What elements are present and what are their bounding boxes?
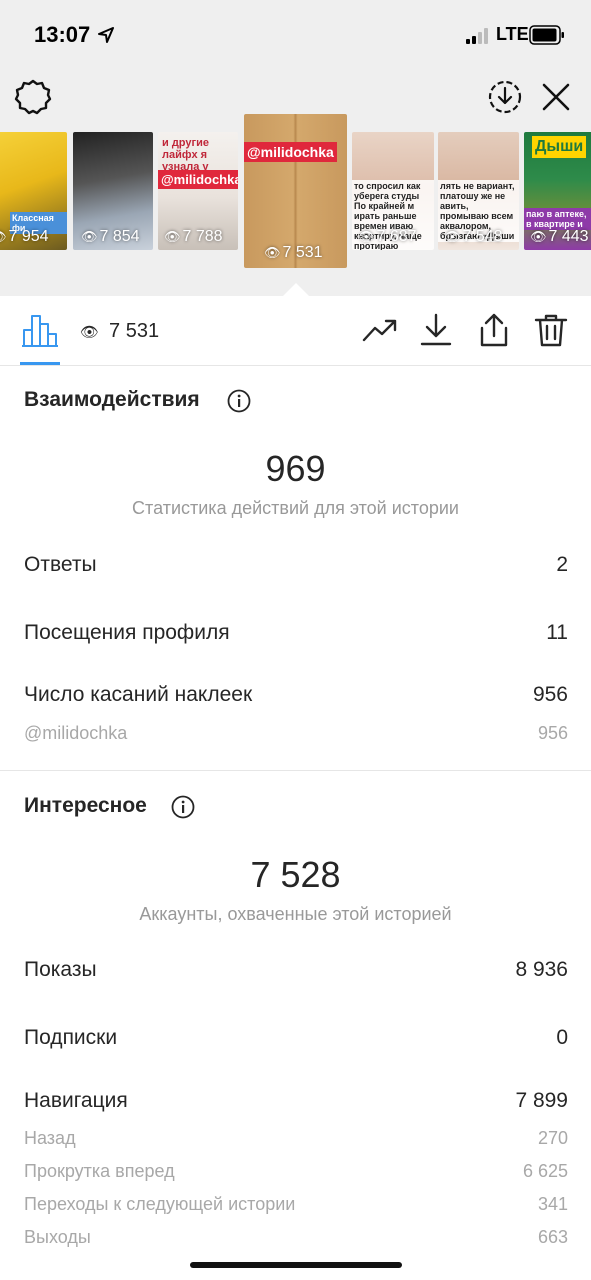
view-count-value: 7 531	[109, 320, 160, 342]
story-views-count: 7 954	[8, 228, 49, 245]
story-thumbnail[interactable]: Классная фи 👁7 954	[0, 132, 67, 250]
story-views: 👁 7 687	[358, 228, 417, 246]
section-divider	[0, 770, 591, 771]
stat-subvalue: 6 625	[522, 1161, 568, 1181]
interactions-caption: Статистика действий для этой истории	[132, 498, 459, 518]
stat-subrow: Прокрутка вперед 6 625	[24, 1161, 568, 1191]
mention-sticker: @milidochka	[244, 142, 337, 162]
close-icon[interactable]	[539, 80, 573, 114]
story-views: 👁 7 548	[444, 228, 503, 246]
share-icon[interactable]	[476, 312, 512, 348]
stat-subvalue: 663	[537, 1227, 568, 1247]
story-thumbnail[interactable]: и другие лайфх я узнала у @milidochka 👁 7…	[158, 132, 238, 250]
stat-sublabel: Прокрутка вперед	[24, 1161, 175, 1181]
story-views-count: 7 788	[182, 228, 223, 245]
bar-chart-icon[interactable]	[20, 310, 60, 350]
eye-icon: 👁	[164, 229, 181, 244]
story-views: 👁7 954	[0, 228, 49, 246]
eye-icon: 👁	[530, 229, 547, 244]
save-download-icon[interactable]	[486, 78, 524, 116]
download-icon[interactable]	[418, 312, 454, 348]
stat-value: 7 899	[515, 1089, 568, 1112]
active-tab-indicator	[20, 362, 60, 365]
story-view-count: 👁 7 531	[80, 320, 159, 343]
story-thumbnail[interactable]: лять не вариант, платошу же не авить, пр…	[438, 132, 519, 250]
stat-value: 956	[532, 683, 568, 706]
stat-sublabel: @milidochka	[24, 723, 128, 743]
story-thumbnails: Классная фи 👁7 954 👁7 854 и другие лайфх…	[0, 114, 591, 274]
signal-icon	[466, 28, 492, 44]
interactions-total: 969	[265, 448, 326, 489]
stat-row: Посещения профиля 11	[24, 621, 568, 651]
battery-icon	[529, 25, 564, 45]
product-label: Дыши	[532, 136, 587, 158]
stat-label: Показы	[24, 958, 97, 981]
status-time: 13:07	[34, 22, 91, 47]
stat-subvalue: 270	[537, 1128, 568, 1148]
reach-caption: Аккаунты, охваченные этой историей	[139, 904, 452, 924]
mention-sticker: @milidochka	[158, 170, 238, 189]
story-thumbnail[interactable]: Дыши паю в аптеке, в квартире и 👁 7 443	[524, 132, 591, 250]
stat-value: 0	[556, 1026, 568, 1049]
insights-toolbar: 👁 7 531	[0, 296, 591, 366]
stat-subvalue: 341	[537, 1194, 568, 1214]
story-thumbnail[interactable]: то спросил как уберега студы По крайней …	[352, 132, 434, 250]
story-views: 👁 7 531	[264, 244, 323, 262]
story-views: 👁 7 788	[164, 228, 223, 246]
eye-icon: 👁	[444, 229, 461, 244]
eye-icon: 👁	[81, 229, 98, 244]
stat-subvalue: 956	[537, 723, 568, 743]
home-indicator[interactable]	[190, 1262, 402, 1268]
stat-value: 8 936	[515, 958, 568, 981]
story-views: 👁 7 443	[530, 228, 589, 246]
stat-row: Показы 8 936	[24, 958, 568, 988]
stat-label: Подписки	[24, 1026, 118, 1049]
stat-sublabel: Назад	[24, 1128, 76, 1148]
selected-story-pointer	[282, 283, 310, 297]
interactions-title: Взаимодействия	[24, 388, 200, 411]
stat-value: 11	[546, 621, 568, 644]
stat-subrow: Переходы к следующей истории 341	[24, 1194, 568, 1224]
location-arrow-icon	[98, 27, 114, 43]
stat-row: Число касаний наклеек 956	[24, 683, 568, 713]
stat-row: Ответы 2	[24, 553, 568, 583]
stat-row: Подписки 0	[24, 1026, 568, 1056]
trash-icon[interactable]	[533, 312, 569, 348]
story-thumbnail[interactable]: 👁 7 854	[73, 132, 153, 250]
info-icon[interactable]	[227, 389, 251, 413]
settings-gear-icon[interactable]	[14, 78, 52, 116]
trending-icon[interactable]	[362, 312, 398, 348]
story-views-count: 7 548	[462, 228, 503, 245]
story-views-count: 7 854	[99, 228, 140, 245]
stat-subrow: Выходы 663	[24, 1227, 568, 1257]
info-icon[interactable]	[171, 795, 195, 819]
stat-label: Навигация	[24, 1089, 128, 1112]
eye-icon: 👁	[0, 229, 7, 244]
stat-label: Число касаний наклеек	[24, 683, 253, 706]
eye-icon: 👁	[264, 245, 281, 260]
story-views-count: 7 531	[282, 244, 323, 261]
stat-label: Ответы	[24, 553, 97, 576]
story-views: 👁 7 854	[81, 228, 140, 246]
stat-subrow: Назад 270	[24, 1128, 568, 1158]
stat-subrow: @milidochka 956	[24, 723, 568, 753]
stat-row: Навигация 7 899	[24, 1089, 568, 1119]
network-label: LTE	[496, 24, 529, 44]
stat-value: 2	[556, 553, 568, 576]
story-views-count: 7 687	[376, 228, 417, 245]
stat-sublabel: Выходы	[24, 1227, 91, 1247]
eye-icon: 👁	[80, 324, 100, 341]
status-bar: 13:07 LTE	[0, 0, 591, 70]
story-caption: и другие лайфх я узнала у	[162, 137, 209, 173]
discovery-title: Интересное	[24, 794, 147, 817]
stat-label: Посещения профиля	[24, 621, 230, 644]
stat-sublabel: Переходы к следующей истории	[24, 1194, 296, 1214]
story-views-count: 7 443	[548, 228, 589, 245]
eye-icon: 👁	[358, 229, 375, 244]
story-caption: паю в аптеке, в квартире и	[524, 208, 591, 230]
story-thumbnail-selected[interactable]: @milidochka 👁 7 531	[244, 114, 347, 268]
reach-total: 7 528	[250, 854, 341, 895]
